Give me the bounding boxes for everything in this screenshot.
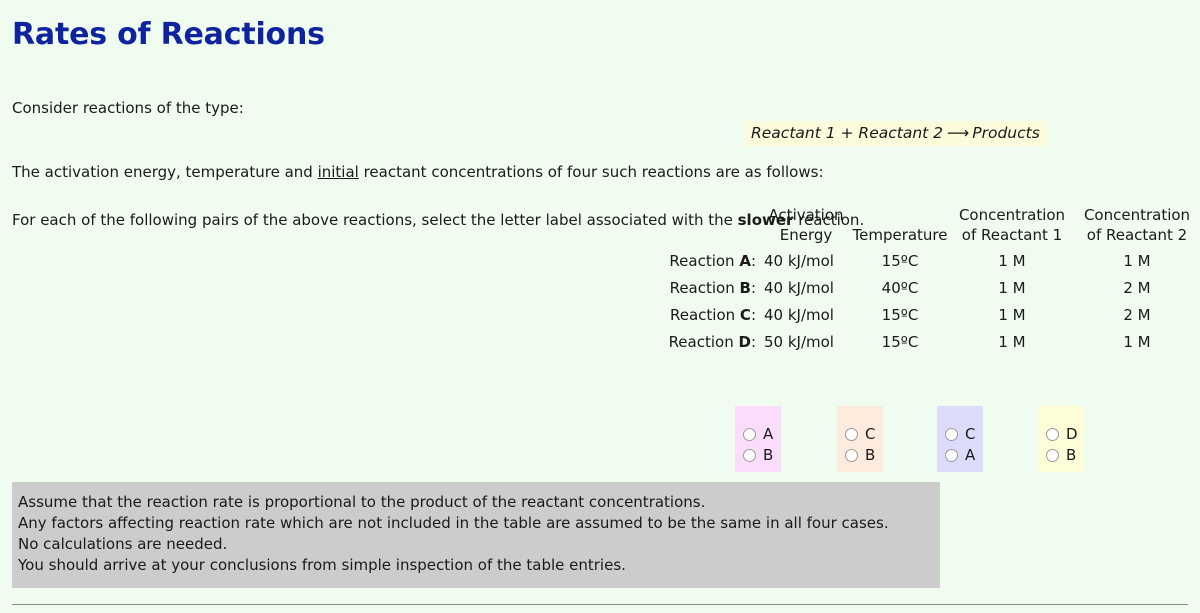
row-label: Reaction C: (646, 302, 762, 329)
cell-concentration-1: 1 M (998, 305, 1026, 324)
radio-group-pair-1[interactable]: A B (735, 406, 781, 472)
radio-button-icon[interactable] (743, 449, 756, 462)
footer-divider (12, 604, 1188, 605)
radio-button-icon[interactable] (945, 428, 958, 441)
equation-reactants: Reactant 1 + Reactant 2 (751, 124, 944, 142)
radio-option-label: B (865, 446, 876, 464)
radio-option[interactable]: C (845, 424, 883, 445)
note-line: Any factors affecting reaction rate whic… (18, 514, 889, 532)
concentration-1-line2: of Reactant 1 (961, 226, 1063, 245)
note-line: No calculations are needed. (18, 535, 228, 553)
radio-option[interactable]: D (1046, 424, 1084, 445)
cell-concentration-2: 1 M (1123, 251, 1151, 270)
description-after: reactant concentrations of four such rea… (358, 162, 824, 181)
radio-option[interactable]: A (945, 445, 983, 466)
cell-activation-energy: 40 kJ/mol (764, 305, 834, 324)
radio-groups: A B C B C A D B (0, 406, 1200, 472)
radio-option-label: B (1066, 446, 1077, 464)
cell-concentration-1: 1 M (998, 251, 1026, 270)
row-label-suffix: : (750, 251, 756, 270)
intro-paragraph: Consider reactions of the type: (12, 99, 244, 117)
cell-concentration-2: 2 M (1123, 278, 1151, 297)
row-label: Reaction A: (646, 248, 762, 275)
row-label-letter: D (738, 333, 751, 352)
radio-option[interactable]: B (743, 445, 781, 466)
reaction-equation-box: Reactant 1 + Reactant 2 ⟶ Products (744, 121, 1047, 146)
description-before: The activation energy, temperature and (12, 162, 318, 181)
radio-button-icon[interactable] (945, 449, 958, 462)
radio-option-label: C (965, 425, 976, 443)
instruction-before: For each of the following pairs of the a… (12, 211, 738, 229)
right-arrow-icon: ⟶ (947, 124, 969, 142)
row-label-prefix: Reaction (669, 278, 740, 297)
activation-energy-line2: Energy (779, 226, 833, 245)
reactions-table: Activation Energy Temperature Concentrati… (646, 205, 1200, 356)
row-label-letter: B (739, 278, 751, 297)
description-underlined: initial (317, 162, 359, 181)
radio-option-label: A (763, 425, 774, 443)
reaction-equation: Reactant 1 + Reactant 2 ⟶ Products (744, 121, 1047, 146)
row-label-suffix: : (750, 278, 756, 297)
radio-option[interactable]: A (743, 424, 781, 445)
row-label-suffix: : (750, 333, 756, 352)
radio-button-icon[interactable] (1046, 428, 1059, 441)
table-header-temperature: Temperature (852, 226, 948, 245)
table-header-activation-energy: Activation Energy (762, 205, 850, 248)
cell-concentration-1: 1 M (998, 278, 1026, 297)
radio-button-icon[interactable] (845, 428, 858, 441)
table-body: Reaction A: 40 kJ/mol 15ºC 1 M 1 M React… (646, 248, 1200, 357)
page-title: Rates of Reactions (12, 17, 325, 52)
table-row: Reaction C: 40 kJ/mol 15ºC 1 M 2 M (646, 302, 1200, 329)
radio-button-icon[interactable] (743, 428, 756, 441)
table-row: Reaction D: 50 kJ/mol 15ºC 1 M 1 M (646, 329, 1200, 356)
row-label: Reaction B: (646, 275, 762, 302)
concentration-2-line2: of Reactant 2 (1086, 226, 1188, 245)
radio-group-pair-3[interactable]: C A (937, 406, 983, 472)
row-label-prefix: Reaction (668, 333, 739, 352)
row-label-letter: A (739, 251, 751, 270)
radio-option[interactable]: C (945, 424, 983, 445)
cell-activation-energy: 40 kJ/mol (764, 278, 834, 297)
radio-button-icon[interactable] (1046, 449, 1059, 462)
radio-option[interactable]: B (845, 445, 883, 466)
radio-group-pair-4[interactable]: D B (1038, 406, 1084, 472)
concentration-2-line1: Concentration (1083, 206, 1191, 224)
table-header-row: Activation Energy Temperature Concentrati… (646, 205, 1200, 248)
cell-concentration-1: 1 M (998, 333, 1026, 352)
cell-temperature: 15ºC (881, 333, 919, 352)
radio-option-label: C (865, 425, 876, 443)
row-label-prefix: Reaction (670, 305, 740, 324)
radio-button-icon[interactable] (845, 449, 858, 462)
radio-option-label: B (763, 446, 774, 464)
table-header-concentration-1: Concentration of Reactant 1 (950, 205, 1074, 248)
radio-option-label: A (965, 446, 976, 464)
radio-option-label: D (1066, 425, 1078, 443)
cell-activation-energy: 50 kJ/mol (764, 333, 834, 352)
table-row: Reaction B: 40 kJ/mol 40ºC 1 M 2 M (646, 275, 1200, 302)
cell-temperature: 15ºC (881, 251, 919, 270)
concentration-1-line1: Concentration (958, 206, 1066, 224)
cell-concentration-2: 2 M (1123, 305, 1151, 324)
radio-group-pair-2[interactable]: C B (837, 406, 883, 472)
cell-concentration-2: 1 M (1123, 333, 1151, 352)
note-line: You should arrive at your conclusions fr… (18, 556, 626, 574)
table-header-concentration-2: Concentration of Reactant 2 (1074, 205, 1200, 248)
cell-temperature: 40ºC (881, 278, 919, 297)
page-root: Rates of Reactions Consider reactions of… (0, 0, 1200, 613)
radio-option[interactable]: B (1046, 445, 1084, 466)
cell-activation-energy: 40 kJ/mol (764, 251, 834, 270)
cell-temperature: 15ºC (881, 305, 919, 324)
row-label: Reaction D: (646, 329, 762, 356)
row-label-letter: C (739, 305, 751, 324)
activation-energy-line1: Activation (768, 206, 844, 224)
equation-products: Products (972, 124, 1040, 142)
table-header-blank (646, 205, 762, 248)
note-line: Assume that the reaction rate is proport… (18, 493, 706, 511)
row-label-prefix: Reaction (669, 251, 740, 270)
row-label-suffix: : (750, 305, 756, 324)
table-row: Reaction A: 40 kJ/mol 15ºC 1 M 1 M (646, 248, 1200, 275)
assumptions-note-box: Assume that the reaction rate is proport… (12, 482, 940, 588)
